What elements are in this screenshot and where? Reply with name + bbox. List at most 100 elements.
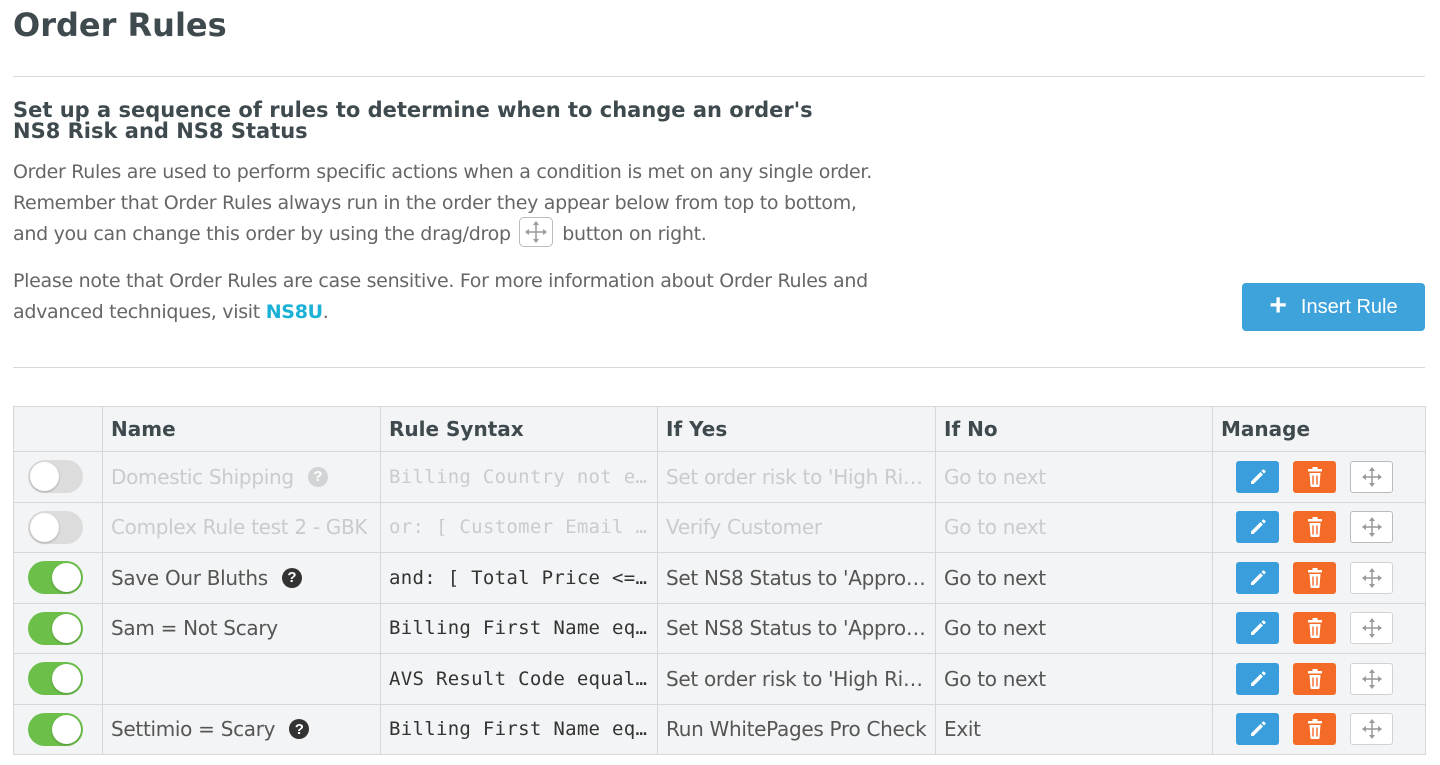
note-paragraph: Please note that Order Rules are case se… [13,266,873,328]
table-row: Complex Rule test 2 - GBK or: [ Customer … [13,501,1426,553]
move-rule-handle[interactable] [1350,561,1393,594]
rule-enabled-toggle[interactable] [28,460,83,494]
rule-enabled-toggle[interactable] [28,712,83,746]
rule-name-wrapper: Complex Rule test 2 - GBK [111,515,372,539]
rule-enabled-toggle[interactable] [28,510,83,544]
rule-syntax: Billing Country not equals US [380,451,658,503]
rule-if-yes: Run WhitePages Pro Check [657,703,936,755]
rule-enabled-toggle[interactable] [28,561,83,595]
rule-name: Save Our Bluths [111,565,268,590]
question-circle-icon[interactable]: ? [281,567,302,588]
rule-name-cell: Sam = Not Scary [102,602,381,654]
move-rule-handle[interactable] [1350,460,1393,493]
ns8u-link[interactable]: NS8U [266,301,323,323]
header-rule-syntax: Rule Syntax [380,406,658,452]
rule-if-yes: Verify Customer [657,501,936,553]
rule-syntax: AVS Result Code equals N [380,653,658,705]
rule-name: Complex Rule test 2 - GBK [111,515,368,540]
edit-rule-button[interactable] [1236,561,1279,594]
divider [13,367,1425,368]
delete-rule-button[interactable] [1293,713,1336,746]
page-title: Order Rules [13,6,227,44]
header-name: Name [102,406,381,452]
header-if-no: If No [935,406,1213,452]
rule-if-yes: Set NS8 Status to 'Approved' [657,552,936,604]
manage-cell [1212,703,1426,755]
table-header-row: Name Rule Syntax If Yes If No Manage [13,406,1426,452]
manage-buttons [1221,662,1417,695]
trash-icon [1305,567,1325,589]
pencil-icon [1248,467,1268,487]
rule-if-no: Go to next [935,501,1213,553]
toggle-cell [13,703,103,755]
rule-syntax: and: [ Total Price <= 100 [380,552,658,604]
drag-drop-icon [519,216,554,247]
question-circle-icon[interactable]: ? [307,466,328,487]
pencil-icon [1248,669,1268,689]
header-toggle [13,406,103,452]
intro-text: Order Rules are used to perform specific… [13,161,872,245]
rule-if-yes: Set order risk to 'High Risk' [657,451,936,503]
table-row: Save Our Bluths? and: [ Total Price <= 10… [13,552,1426,604]
edit-rule-button[interactable] [1236,612,1279,645]
question-circle-icon[interactable]: ? [289,719,310,740]
insert-rule-button[interactable]: + Insert Rule [1242,283,1425,331]
arrows-move-icon [1359,717,1385,741]
delete-rule-button[interactable] [1293,460,1336,493]
rule-name-wrapper: Sam = Not Scary [111,616,372,640]
toggle-knob [52,714,81,744]
delete-rule-button[interactable] [1293,511,1336,544]
trash-icon [1305,617,1325,639]
move-rule-handle[interactable] [1350,612,1393,645]
insert-rule-label: Insert Rule [1300,295,1398,318]
delete-rule-button[interactable] [1293,561,1336,594]
rule-if-no: Go to next [935,602,1213,654]
delete-rule-button[interactable] [1293,662,1336,695]
pencil-icon [1248,618,1268,638]
move-rule-handle[interactable] [1350,713,1393,746]
edit-rule-button[interactable] [1236,713,1279,746]
rule-if-no: Go to next [935,653,1213,705]
manage-buttons [1221,713,1417,746]
move-rule-handle[interactable] [1350,662,1393,695]
toggle-knob [52,613,81,643]
table-row: Settimio = Scary? Billing First Name equa… [13,703,1426,755]
trash-icon [1305,718,1325,740]
edit-rule-button[interactable] [1236,511,1279,544]
arrows-move-icon [1359,667,1385,691]
rule-syntax: or: [ Customer Email contains [380,501,658,553]
toggle-cell [13,602,103,654]
table-row: AVS Result Code equals N Set order risk t… [13,653,1426,705]
move-rule-handle[interactable] [1350,511,1393,544]
rule-name: Settimio = Scary [111,717,276,742]
rule-if-no: Go to next [935,552,1213,604]
toggle-knob [30,512,59,542]
toggle-knob [52,563,81,593]
delete-rule-button[interactable] [1293,612,1336,645]
rule-enabled-toggle[interactable] [28,662,83,696]
trash-icon [1305,466,1325,488]
manage-cell [1212,653,1426,705]
toggle-cell [13,451,103,503]
manage-cell [1212,501,1426,553]
manage-cell [1212,451,1426,503]
rule-if-yes: Set order risk to 'High Risk' [657,653,936,705]
manage-cell [1212,602,1426,654]
rule-name-cell: Complex Rule test 2 - GBK [102,501,381,553]
manage-buttons [1221,561,1417,594]
edit-rule-button[interactable] [1236,662,1279,695]
arrows-move-icon [1359,515,1385,539]
intro-paragraph: Order Rules are used to perform specific… [13,157,873,250]
manage-buttons [1221,612,1417,645]
toggle-knob [30,462,59,492]
rule-if-no: Go to next [935,451,1213,503]
plus-icon: + [1269,288,1287,322]
pencil-icon [1248,719,1268,739]
toggle-cell [13,501,103,553]
toggle-cell [13,653,103,705]
edit-rule-button[interactable] [1236,460,1279,493]
rule-enabled-toggle[interactable] [28,611,83,645]
rule-if-no: Exit [935,703,1213,755]
manage-buttons [1221,511,1417,544]
rule-if-yes: Set NS8 Status to 'Approved' [657,602,936,654]
